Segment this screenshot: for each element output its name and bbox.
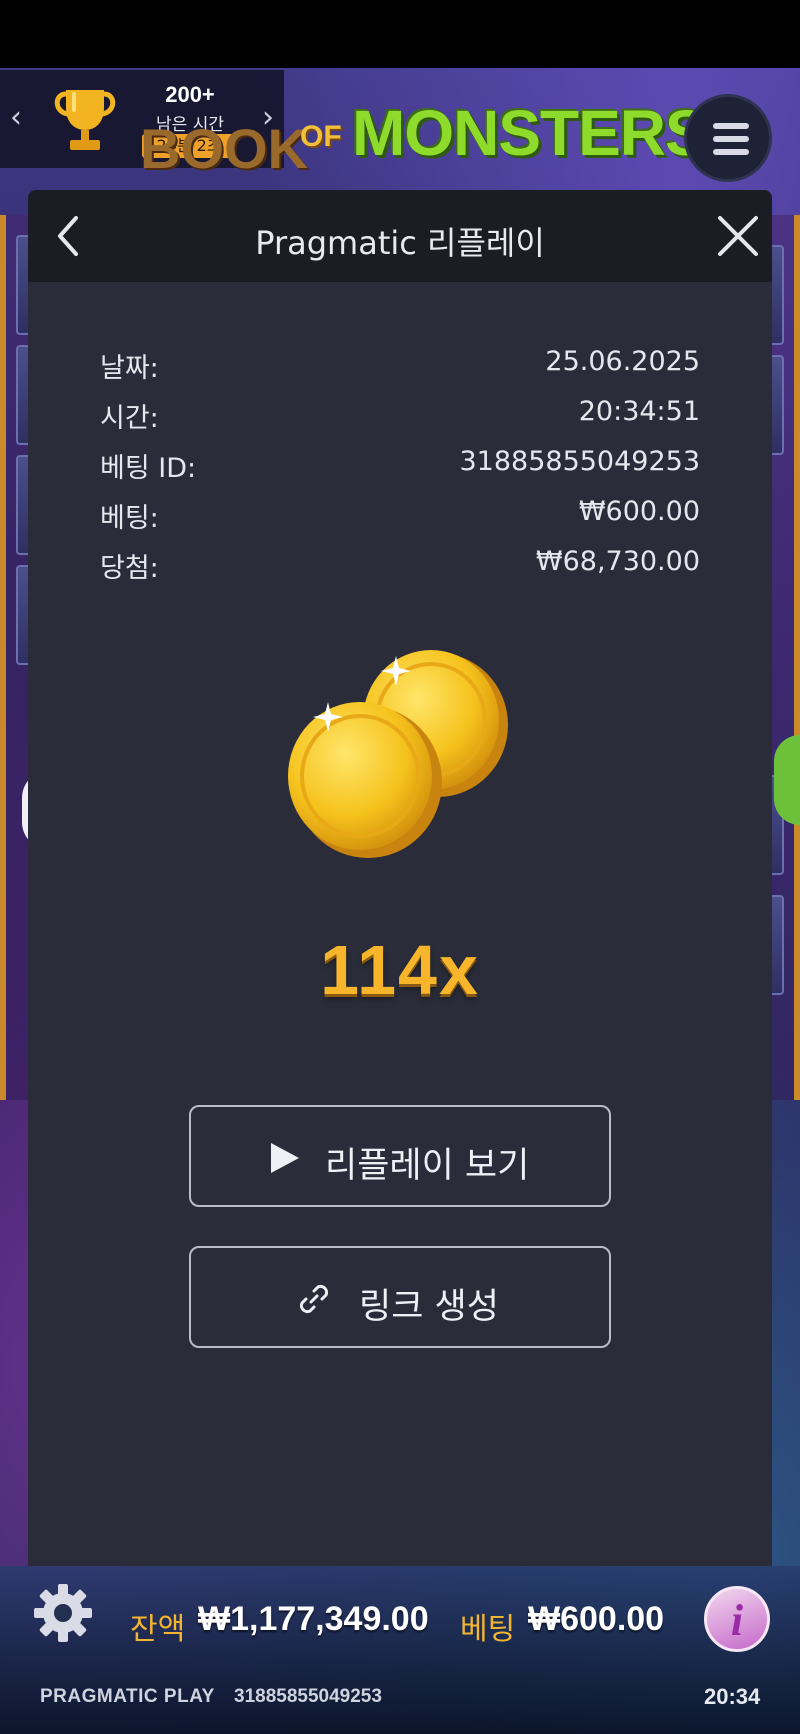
- logo-of: OF: [300, 120, 342, 153]
- win-multiplier: 114x: [320, 931, 480, 1009]
- info-value: 20:34:51: [578, 396, 700, 427]
- info-label: 날짜:: [100, 353, 159, 384]
- create-link-button[interactable]: 링크 생성: [189, 1246, 611, 1348]
- info-value: 31885855049253: [459, 446, 701, 477]
- link-icon: [299, 1284, 329, 1314]
- round-id: 31885855049253: [234, 1686, 382, 1707]
- info-row-time: 시간: 20:34:51: [100, 396, 700, 436]
- chevron-left-icon[interactable]: ‹: [6, 88, 26, 148]
- info-label: 베팅 ID:: [100, 453, 197, 484]
- menu-button[interactable]: [684, 94, 772, 182]
- provider-brand: PRAGMATIC PLAY: [40, 1686, 215, 1707]
- info-row-bet-id: 베팅 ID: 31885855049253: [100, 446, 700, 486]
- modal-header: Pragmatic 리플레이: [28, 190, 772, 282]
- bet-value: ₩600.00: [528, 1600, 665, 1638]
- create-link-label: 링크 생성: [359, 1287, 499, 1327]
- logo-name: MONSTERS: [352, 97, 708, 169]
- replay-modal: Pragmatic 리플레이 날짜: 25.06.2025 시간: 20:34:…: [28, 190, 772, 1566]
- balance-value: ₩1,177,349.00: [198, 1600, 429, 1638]
- info-row-win: 당첨: ₩68,730.00: [100, 546, 700, 586]
- modal-title: Pragmatic 리플레이: [255, 224, 545, 262]
- status-bar: [0, 0, 800, 68]
- info-button[interactable]: i: [704, 1586, 770, 1652]
- balance-label: 잔액: [130, 1612, 186, 1647]
- bottom-bar: [0, 1566, 800, 1734]
- info-value: ₩68,730.00: [535, 546, 700, 577]
- clock: 20:34: [704, 1684, 761, 1709]
- info-row-date: 날짜: 25.06.2025: [100, 346, 700, 386]
- hamburger-icon: [713, 136, 749, 142]
- coins-icon: [288, 650, 508, 858]
- info-icon: i: [730, 1596, 744, 1645]
- info-value: ₩600.00: [578, 496, 700, 527]
- play-icon: [271, 1143, 299, 1173]
- trophy-icon: [54, 90, 116, 150]
- monster-edge: [774, 735, 800, 825]
- hamburger-icon: [713, 149, 749, 155]
- game-logo: BOOK OF MONSTERS: [140, 96, 708, 186]
- hamburger-icon: [713, 123, 749, 129]
- close-icon[interactable]: [710, 208, 766, 264]
- info-label: 시간:: [100, 403, 159, 434]
- info-label: 당첨:: [100, 553, 159, 584]
- bet-label: 베팅: [460, 1612, 516, 1647]
- watch-replay-button[interactable]: 리플레이 보기: [189, 1105, 611, 1207]
- info-value: 25.06.2025: [545, 346, 700, 377]
- watch-replay-label: 리플레이 보기: [325, 1146, 530, 1186]
- info-row-bet: 베팅: ₩600.00: [100, 496, 700, 536]
- logo-prefix: BOOK: [140, 117, 308, 180]
- gear-icon[interactable]: [32, 1582, 94, 1644]
- info-label: 베팅:: [100, 503, 159, 534]
- tournament-rank: 200+: [165, 82, 215, 107]
